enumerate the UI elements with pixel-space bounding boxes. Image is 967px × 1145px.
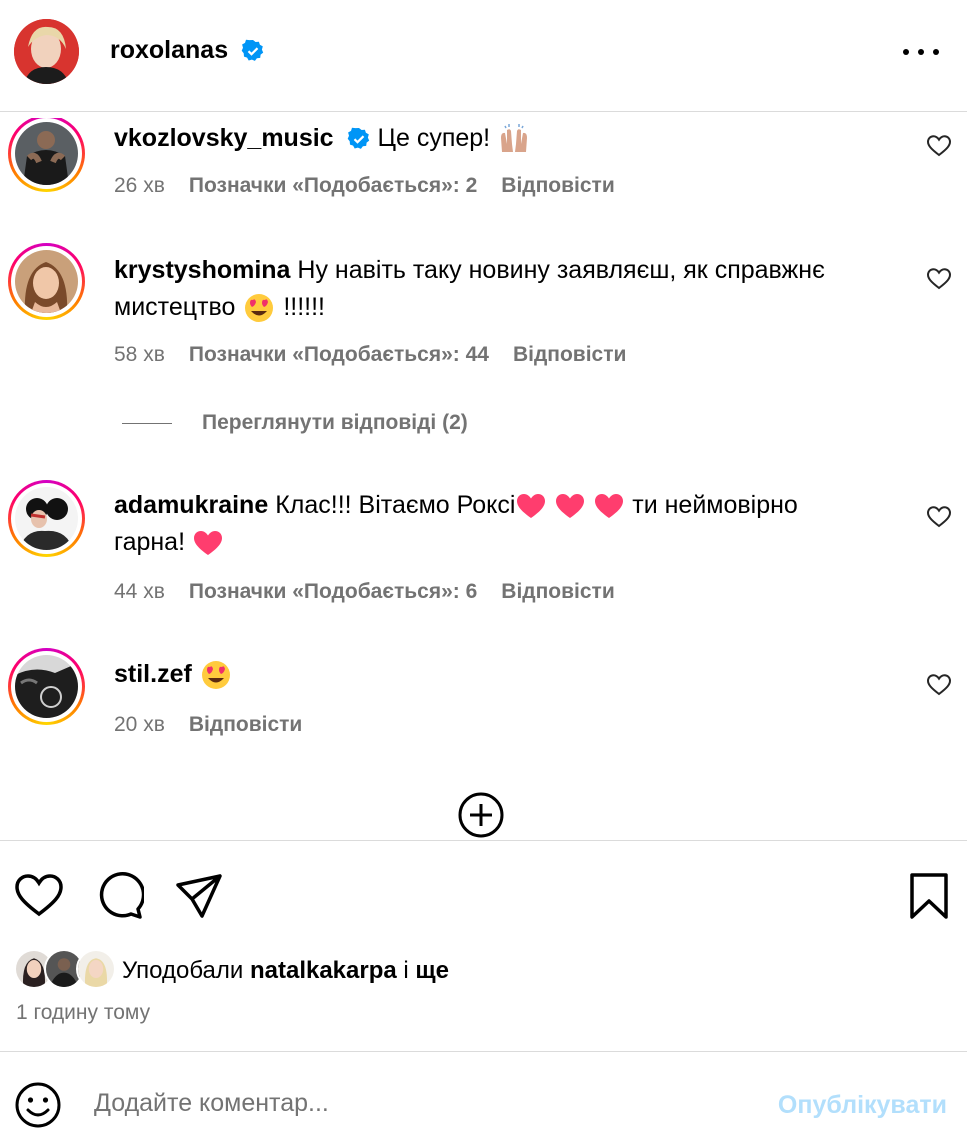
comment-text-cont: мистецтво [114, 293, 236, 321]
reply-button[interactable]: Відповісти [501, 174, 614, 197]
like-comment-heart-icon[interactable] [927, 506, 951, 528]
emoji-picker-icon[interactable] [14, 1081, 62, 1129]
commenter-avatar[interactable] [8, 480, 85, 557]
raised-hands-emoji [501, 124, 528, 153]
comment-item: adamukraine Клас!!! Вітаємо Роксі ти ней… [0, 477, 967, 617]
verified-icon [241, 40, 264, 62]
verified-icon [347, 128, 369, 150]
comment-likes[interactable]: Позначки «Подобається»: 2 [189, 174, 477, 197]
comment-username[interactable]: stil.zef [114, 660, 192, 688]
share-send-icon[interactable] [174, 871, 224, 921]
comment-username[interactable]: adamukraine [114, 491, 268, 519]
commenter-avatar[interactable] [8, 118, 85, 192]
heart-emoji [194, 531, 222, 556]
comment-bubble-icon[interactable] [94, 871, 144, 921]
replies-divider-line [122, 422, 172, 424]
like-heart-icon[interactable] [14, 871, 64, 921]
comment-text-tail: !!!!!! [283, 293, 325, 321]
post-comment-button[interactable]: Опублікувати [778, 1091, 947, 1120]
comment-time[interactable]: 20 хв [114, 713, 165, 736]
heart-emoji [517, 494, 546, 519]
load-more-comments-plus-icon[interactable] [457, 791, 505, 839]
comment-meta: 58 хв Позначки «Подобається»: 44 Відповіст… [114, 343, 626, 367]
heart-eyes-emoji [201, 661, 230, 690]
author-username[interactable]: roxolanas [110, 36, 265, 65]
reply-button[interactable]: Відповісти [501, 580, 614, 603]
liked-by-user[interactable]: natalkakarpa [250, 957, 397, 984]
comment-item: stil.zef 20 хв Відповісти [0, 646, 967, 756]
post-actions-section: Уподобали natalkakarpa і ще 1 годину том… [0, 840, 967, 1052]
post-time[interactable]: 1 годину тому [16, 1001, 150, 1025]
heart-eyes-emoji [245, 294, 274, 323]
comment-time[interactable]: 58 хв [114, 343, 165, 366]
reply-button[interactable]: Відповісти [513, 343, 626, 366]
comment-text-line2: гарна! [114, 528, 186, 556]
comment-text: Клас!!! Вітаємо Роксі [275, 491, 516, 519]
heart-emoji [595, 494, 624, 519]
comment-item: vkozlovsky_music Це супер! 26 хв Позначки… [0, 112, 967, 222]
comment-meta: 44 хв Позначки «Подобається»: 6 Відповісти [114, 580, 615, 604]
save-bookmark-icon[interactable] [904, 871, 954, 921]
like-comment-heart-icon[interactable] [927, 268, 951, 290]
comment-username[interactable]: krystyshomina [114, 256, 290, 284]
author-avatar[interactable] [14, 19, 79, 84]
reply-button[interactable]: Відповісти [189, 713, 302, 736]
comment-text-cont: ти неймовірно [632, 491, 798, 519]
add-comment-bar: Опублікувати [0, 1053, 967, 1145]
comment-item: krystyshomina Ну навіть таку новину заяв… [0, 240, 967, 380]
more-options-button[interactable] [901, 38, 941, 64]
comment-input[interactable] [94, 1089, 734, 1118]
comment-time[interactable]: 44 хв [114, 580, 165, 603]
commenter-avatar[interactable] [8, 648, 85, 725]
liked-by-others[interactable]: ще [415, 957, 449, 984]
post-header: roxolanas [0, 0, 967, 112]
comment-time[interactable]: 26 хв [114, 174, 165, 197]
comment-username[interactable]: vkozlovsky_music [114, 124, 334, 152]
comment-meta: 20 хв Відповісти [114, 713, 302, 737]
commenter-avatar[interactable] [8, 243, 85, 320]
like-comment-heart-icon[interactable] [927, 674, 951, 696]
liked-by-text: Уподобали natalkakarpa і ще [122, 957, 450, 984]
comment-likes[interactable]: Позначки «Подобається»: 6 [189, 580, 477, 603]
comment-likes[interactable]: Позначки «Подобається»: 44 [189, 343, 489, 366]
view-replies-button[interactable]: Переглянути відповіді (2) [122, 411, 468, 435]
like-comment-heart-icon[interactable] [927, 135, 951, 157]
comment-text: Це супер! [377, 124, 491, 152]
comment-text: Ну навіть таку новину заявляєш, як справ… [297, 256, 825, 284]
liker-avatar[interactable] [76, 949, 116, 989]
comment-meta: 26 хв Позначки «Подобається»: 2 Відповісти [114, 174, 615, 198]
heart-emoji [556, 494, 585, 519]
